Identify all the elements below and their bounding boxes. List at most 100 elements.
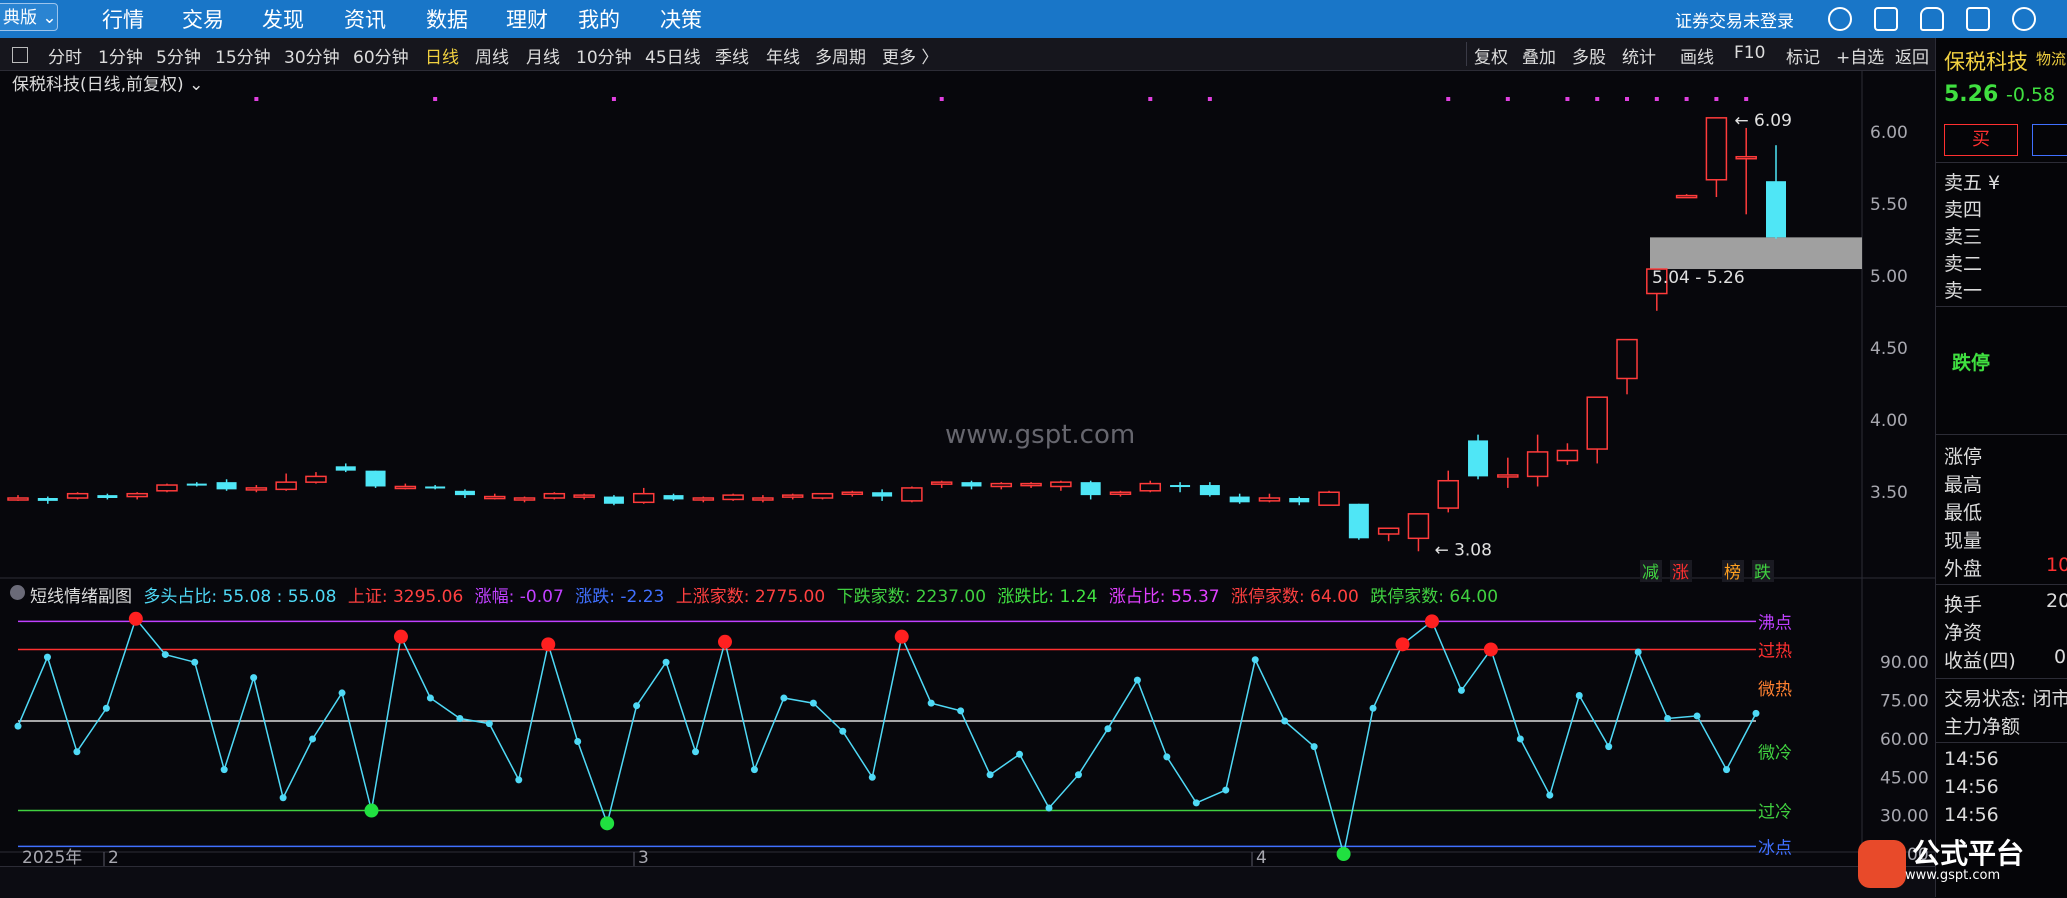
signal-dot (1744, 97, 1749, 101)
signal-dot (1684, 97, 1689, 101)
field-change-pct: 涨幅: -0.07 (474, 587, 564, 607)
tool-f10[interactable]: F10 (1734, 43, 1765, 63)
sell-level-3: 卖三 (1944, 226, 1983, 248)
field-up-down-ratio: 涨跌比: 1.24 (997, 587, 1098, 607)
period-15min[interactable]: 15分钟 (215, 43, 271, 68)
sentiment-point (1516, 735, 1524, 743)
candle-body (961, 482, 982, 487)
candle-body (663, 495, 684, 500)
nav-item-data[interactable]: 数据 (426, 4, 468, 34)
field-change: 涨跌: -2.23 (575, 587, 665, 607)
subchart-collapse-icon[interactable] (10, 585, 25, 600)
sell-button[interactable] (2032, 124, 2067, 156)
stock-name: 保税科技 (1944, 50, 2028, 74)
period-multi[interactable]: 多周期 (815, 43, 866, 68)
period-10min[interactable]: 10分钟 (576, 43, 632, 68)
grid-icon[interactable] (1874, 7, 1898, 31)
candle-body (1258, 497, 1281, 502)
period-1min[interactable]: 1分钟 (98, 43, 143, 68)
edition-selector[interactable]: 典版 ⌄ (0, 3, 58, 31)
divider (1936, 584, 2067, 585)
range-label: 5.04 - 5.26 (1652, 268, 1745, 288)
period-30min[interactable]: 30分钟 (284, 43, 340, 68)
candle-body (186, 483, 207, 486)
period-quarterly[interactable]: 季线 (715, 43, 749, 68)
tool-overlay[interactable]: 叠加 (1522, 43, 1556, 68)
signal-dot (433, 97, 438, 101)
bottom-bar (0, 866, 1935, 898)
level-label: 冰点 (1758, 838, 1792, 858)
price-tick-label: 5.00 (1870, 267, 1908, 287)
nav-item-news[interactable]: 资讯 (344, 4, 386, 34)
price-change: -0.58 (2006, 84, 2056, 106)
tick-time: 14:56 (1944, 804, 1999, 826)
sentiment-point (574, 738, 582, 746)
candle-body (781, 494, 804, 498)
date-tick-label: 2025年 (22, 848, 82, 866)
tool-draw[interactable]: 画线 (1680, 43, 1714, 68)
nav-item-discover[interactable]: 发现 (262, 4, 304, 34)
candle-body (841, 491, 864, 495)
signal-dot (1565, 97, 1570, 101)
period-5min[interactable]: 5分钟 (156, 43, 201, 68)
sentiment-point (515, 776, 523, 784)
tool-mark[interactable]: 标记 (1786, 43, 1820, 68)
candle-body (722, 494, 744, 501)
signal-dot (939, 97, 944, 101)
watermark: www.gspt.com (945, 420, 1136, 450)
sentiment-point (43, 653, 51, 661)
candle-body (1497, 474, 1519, 478)
chart-area[interactable]: 6.00 5.50 5.00 4.50 4.00 3.50 ← 6.09 ← 3.08 5.04… (0, 70, 1935, 866)
panel-toggle-icon[interactable] (12, 47, 28, 63)
nav-item-market[interactable]: 行情 (102, 4, 144, 34)
shirt-icon[interactable] (1920, 7, 1944, 31)
buy-button[interactable]: 买 (1944, 124, 2018, 156)
logo-mark (1858, 840, 1906, 888)
candle-body (1766, 181, 1786, 238)
period-monthly[interactable]: 月线 (526, 43, 560, 68)
nav-item-decision[interactable]: 决策 (660, 4, 702, 34)
candle-body (1556, 449, 1579, 462)
candle-body (692, 497, 715, 501)
candle-body (1050, 481, 1072, 488)
tool-stats[interactable]: 统计 (1622, 43, 1656, 68)
nav-item-mine[interactable]: 我的 (578, 4, 620, 34)
period-daily[interactable]: 日线 (425, 43, 459, 68)
headset-icon[interactable] (1828, 7, 1852, 31)
sentiment-point (927, 699, 935, 707)
period-weekly[interactable]: 周线 (475, 43, 509, 68)
field-limit-down: 跌停家数: 64.00 (1370, 587, 1499, 607)
candle-body (603, 496, 624, 504)
period-yearly[interactable]: 年线 (766, 43, 800, 68)
sentiment-point (1222, 786, 1230, 794)
tool-back[interactable]: 返回 (1895, 43, 1929, 68)
nav-item-trade[interactable]: 交易 (182, 4, 224, 34)
login-status[interactable]: 证券交易未登录 (1675, 7, 1794, 32)
period-45day[interactable]: 45日线 (645, 43, 701, 68)
date-tick-label: 2 (108, 848, 119, 866)
period-60min[interactable]: 60分钟 (353, 43, 409, 68)
sentiment-point (338, 689, 346, 697)
sentiment-point (717, 634, 732, 649)
sentiment-point (1281, 717, 1289, 725)
tool-add-watchlist[interactable]: +自选 (1836, 43, 1884, 68)
nav-item-finance[interactable]: 理财 (506, 4, 548, 34)
sentiment-point (309, 735, 317, 743)
period-more[interactable]: 更多 〉 (882, 43, 938, 68)
settings-icon[interactable] (2012, 7, 2036, 31)
document-icon[interactable] (1966, 7, 1990, 31)
candle-body (66, 492, 89, 499)
candle-body (990, 482, 1013, 488)
tool-multi-stock[interactable]: 多股 (1572, 43, 1606, 68)
tool-adjust[interactable]: 复权 (1474, 43, 1508, 68)
period-intraday[interactable]: 分时 (48, 43, 82, 68)
tick-time: 14:56 (1944, 748, 1999, 770)
candle-body (37, 498, 58, 501)
main-chart-title-text: 保税科技(日线,前复权) (12, 75, 184, 95)
candle-body (1586, 396, 1608, 450)
candle-body (1616, 338, 1638, 380)
fund-flow-label[interactable]: 主力净额 (1944, 712, 2020, 739)
field-down-count: 下跌家数: 2237.00 (836, 587, 987, 607)
candle-body (811, 492, 834, 499)
high-price-label: ← 6.09 (1734, 111, 1792, 131)
